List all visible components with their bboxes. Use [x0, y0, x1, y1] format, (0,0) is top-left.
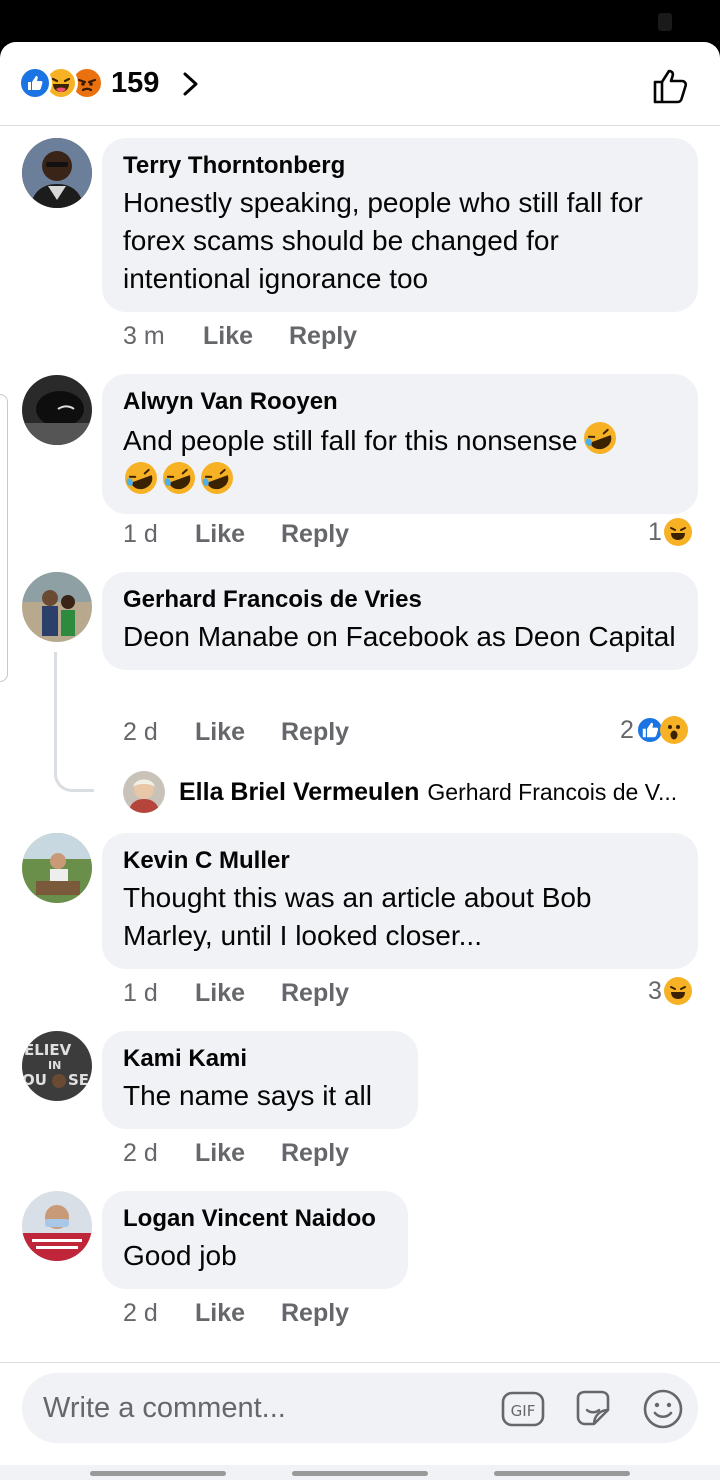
reply-thread-line [54, 652, 94, 792]
reactions-header[interactable]: 159 [0, 42, 720, 126]
reply-button[interactable]: Reply [281, 716, 349, 748]
status-bar [0, 0, 720, 42]
gif-label: GIF [511, 1402, 536, 1420]
chevron-right-icon[interactable] [180, 71, 202, 97]
comment-author[interactable]: Terry Thorntonberg [123, 151, 676, 181]
comment-time: 2 d [123, 718, 158, 746]
rofl-icon [583, 422, 616, 454]
comment-actions: 2 d Like Reply [123, 716, 349, 748]
avatar[interactable] [22, 1191, 92, 1261]
like-button[interactable]: Like [203, 320, 289, 352]
svg-text:ELIEV: ELIEV [24, 1041, 72, 1059]
like-button[interactable]: Like [195, 1137, 281, 1169]
reply-button[interactable]: Reply [281, 1297, 349, 1329]
rofl-icon [125, 462, 157, 494]
haha-icon [663, 977, 692, 1005]
comment-composer: Write a comment... GIF [0, 1362, 720, 1480]
comment-bubble[interactable]: Logan Vincent Naidoo Good job [102, 1191, 408, 1289]
reaction-count: 1 [648, 518, 662, 546]
reply-author[interactable]: Ella Briel Vermeulen [179, 778, 419, 807]
avatar[interactable] [123, 771, 165, 813]
comment-input[interactable]: Write a comment... GIF [22, 1373, 698, 1443]
svg-text:IN: IN [48, 1059, 61, 1072]
avatar[interactable] [22, 833, 92, 903]
nav-recent-handle[interactable] [90, 1471, 226, 1476]
avatar[interactable]: ELIEV IN OU SE [22, 1031, 92, 1101]
haha-icon [663, 518, 692, 546]
reply-preview[interactable]: Ella Briel Vermeulen Gerhard Francois de… [123, 770, 713, 814]
comment-actions: 2 d Like Reply [123, 1297, 349, 1329]
comment-bubble[interactable]: Kami Kami The name says it all [102, 1031, 418, 1129]
like-button[interactable]: Like [195, 716, 281, 748]
comment-text: The name says it all [123, 1080, 372, 1111]
comment-input-placeholder: Write a comment... [43, 1392, 286, 1424]
comment-time: 1 d [123, 520, 158, 548]
comment-text-body: And people still fall for this nonsense [123, 425, 578, 456]
scroll-indicator [0, 394, 8, 682]
emoji-icon[interactable] [640, 1386, 686, 1432]
reply-button[interactable]: Reply [281, 977, 349, 1009]
avatar[interactable] [22, 572, 92, 642]
reaction-count: 2 [620, 716, 634, 744]
like-button[interactable]: Like [195, 1297, 281, 1329]
comment-author[interactable]: Logan Vincent Naidoo [123, 1204, 386, 1234]
reply-snippet: Gerhard Francois de V... [427, 778, 678, 805]
comment-bubble[interactable]: Terry Thorntonberg Honestly speaking, pe… [102, 138, 698, 312]
comment-time: 2 d [123, 1299, 158, 1327]
wow-icon [659, 716, 688, 744]
comment-text: Honestly speaking, people who still fall… [123, 187, 643, 294]
rofl-icon [163, 462, 195, 494]
comment-author[interactable]: Kami Kami [123, 1044, 396, 1074]
avatar[interactable] [22, 375, 92, 445]
comments-sheet: 159 Terry Thorntonberg Honestly speaking… [0, 42, 720, 1480]
comment-author[interactable]: Kevin C Muller [123, 846, 676, 876]
system-nav-bar [0, 1465, 720, 1480]
like-button[interactable]: Like [195, 977, 281, 1009]
comment-reactions[interactable]: 3 [648, 975, 692, 1007]
nav-back-handle[interactable] [494, 1471, 630, 1476]
comment-author[interactable]: Alwyn Van Rooyen [123, 387, 676, 417]
comment-text: Good job [123, 1240, 237, 1271]
comment-reactions[interactable]: 1 [648, 516, 692, 548]
rofl-icon [201, 462, 233, 494]
comment-reactions[interactable]: 2 [620, 714, 688, 746]
comment-time: 1 d [123, 979, 158, 1007]
comment-actions: 1 d Like Reply [123, 977, 349, 1009]
avatar[interactable] [22, 138, 92, 208]
comment-text: Deon Manabe on Facebook as Deon Capital [123, 621, 676, 652]
like-icon [18, 66, 52, 100]
reply-button[interactable]: Reply [289, 320, 357, 352]
svg-text:OU: OU [22, 1071, 47, 1089]
sticker-icon[interactable] [570, 1386, 616, 1432]
reaction-count[interactable]: 159 [111, 66, 159, 100]
reaction-icons[interactable] [18, 66, 108, 100]
comment-bubble[interactable]: Kevin C Muller Thought this was an artic… [102, 833, 698, 969]
reaction-count: 3 [648, 977, 662, 1005]
like-post-icon[interactable] [650, 64, 692, 106]
comment-actions: 2 d Like Reply [123, 1137, 349, 1169]
comment-time: 3 m [123, 322, 165, 350]
comment-text: And people still fall for this nonsense [123, 420, 676, 500]
comment-actions: 3 m Like Reply [123, 320, 357, 352]
comment-text: Thought this was an article about Bob Ma… [123, 882, 592, 951]
gif-icon[interactable]: GIF [500, 1386, 546, 1432]
comment-bubble[interactable]: Alwyn Van Rooyen And people still fall f… [102, 374, 698, 514]
comment-actions: 1 d Like Reply [123, 518, 349, 550]
reply-button[interactable]: Reply [281, 518, 349, 550]
comment-author[interactable]: Gerhard Francois de Vries [123, 585, 676, 615]
camera-icon [658, 13, 672, 31]
svg-text:SE: SE [68, 1071, 89, 1089]
reply-button[interactable]: Reply [281, 1137, 349, 1169]
comment-time: 2 d [123, 1139, 158, 1167]
nav-home-handle[interactable] [292, 1471, 428, 1476]
comment-bubble[interactable]: Gerhard Francois de Vries Deon Manabe on… [102, 572, 698, 670]
like-button[interactable]: Like [195, 518, 281, 550]
